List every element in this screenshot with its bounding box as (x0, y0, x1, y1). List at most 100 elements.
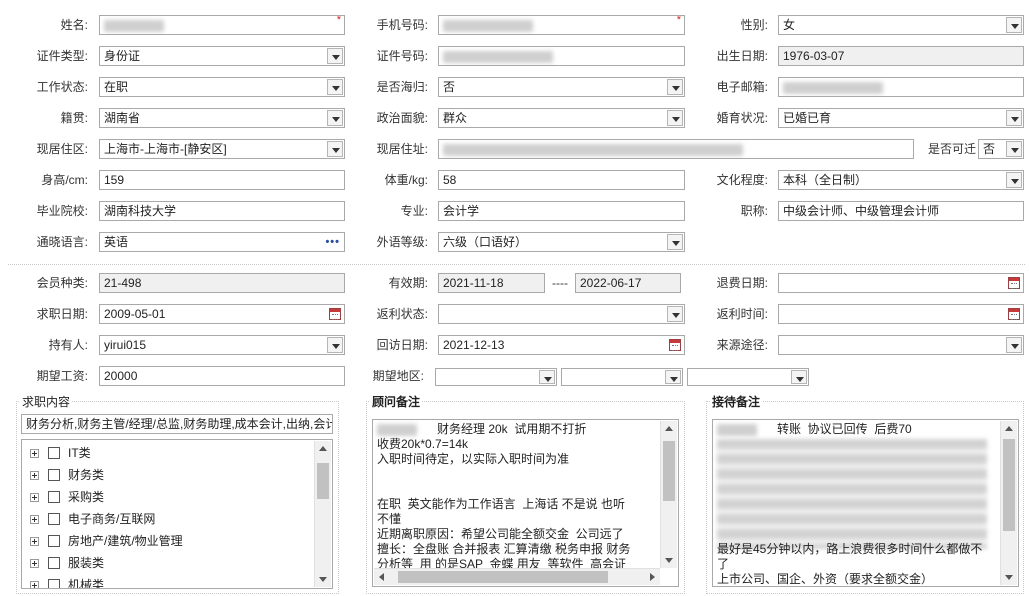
phone-field[interactable]: * (438, 15, 685, 35)
email-field[interactable] (778, 77, 1024, 97)
valid-from-value: 2021-11-18 (443, 276, 504, 290)
holder-select[interactable]: yirui015 (99, 335, 345, 355)
reception-notes-textarea[interactable]: 转账 协议已回传 后费70 最好是45分钟以内，路上浪费很多时间什么都做不 了 … (712, 419, 1019, 587)
chevron-down-icon[interactable] (667, 306, 683, 322)
chevron-down-icon[interactable] (1006, 141, 1022, 157)
job-summary-field[interactable]: 财务分析,财务主管/经理/总监,财务助理,成本会计,出纳,会计 (21, 414, 333, 434)
chevron-down-icon[interactable] (327, 337, 343, 353)
notes-vscrollbar[interactable] (660, 421, 677, 568)
plus-square-icon[interactable] (30, 559, 39, 568)
political-select[interactable]: 群众 (438, 108, 685, 128)
title-value: 中级会计师、中级管理会计师 (783, 204, 940, 218)
calendar-icon[interactable] (669, 339, 681, 351)
scroll-thumb[interactable] (398, 571, 608, 583)
scroll-right-icon[interactable] (650, 573, 655, 581)
job-category-tree[interactable]: IT类 财务类 采购类 电子商务/互联网 房地产/建筑/物业管理 服装类 机械类 (21, 439, 333, 589)
note-line: 不懂 (377, 512, 402, 526)
scroll-down-icon[interactable] (1005, 575, 1013, 580)
region-province-select[interactable] (435, 368, 557, 386)
chevron-down-icon[interactable] (1006, 17, 1022, 33)
checkbox-icon[interactable] (48, 513, 60, 525)
tree-scrollbar[interactable] (314, 441, 331, 587)
plus-square-icon[interactable] (30, 449, 39, 458)
checkbox-icon[interactable] (48, 447, 60, 459)
scroll-thumb[interactable] (663, 441, 675, 501)
rebate-status-select[interactable] (438, 304, 685, 324)
scroll-left-icon[interactable] (379, 573, 384, 581)
salary-field[interactable]: 20000 (99, 366, 345, 386)
job-date-field[interactable]: 2009-05-01 (99, 304, 345, 324)
phone-label: 手机号码: (376, 18, 428, 32)
reception-notes-title: 接待备注 (710, 395, 763, 409)
ellipsis-icon[interactable]: ••• (325, 233, 340, 251)
checkbox-icon[interactable] (48, 469, 60, 481)
gender-select[interactable]: 女 (778, 15, 1024, 35)
consultant-notes-textarea[interactable]: 财务经理 20k 试用期不打折 收费20k*0.7=14k 入职时间待定，以实际… (372, 419, 679, 587)
education-select[interactable]: 本科（全日制） (778, 170, 1024, 190)
scroll-down-icon[interactable] (665, 558, 673, 563)
plus-square-icon[interactable] (30, 471, 39, 480)
rebate-time-field[interactable] (778, 304, 1024, 324)
scroll-up-icon[interactable] (1005, 426, 1013, 431)
chevron-down-icon[interactable] (1006, 337, 1022, 353)
chevron-down-icon[interactable] (327, 110, 343, 126)
scroll-down-icon[interactable] (319, 577, 327, 582)
chevron-down-icon[interactable] (539, 370, 555, 384)
major-field[interactable]: 会计学 (438, 201, 685, 221)
scroll-thumb[interactable] (1003, 439, 1015, 531)
revisit-date-value: 2021-12-13 (443, 338, 505, 352)
residence-addr-field[interactable] (438, 139, 914, 159)
relocate-select[interactable]: 否 (978, 139, 1024, 159)
scroll-thumb[interactable] (317, 463, 329, 499)
title-field[interactable]: 中级会计师、中级管理会计师 (778, 201, 1024, 221)
calendar-icon[interactable] (1008, 308, 1020, 320)
region-city-select[interactable] (561, 368, 683, 386)
checkbox-icon[interactable] (48, 579, 60, 588)
checkbox-icon[interactable] (48, 535, 60, 547)
revisit-date-field[interactable]: 2021-12-13 (438, 335, 685, 355)
weight-field[interactable]: 58 (438, 170, 685, 190)
calendar-icon[interactable] (329, 308, 341, 320)
scroll-up-icon[interactable] (319, 446, 327, 451)
chevron-down-icon[interactable] (667, 79, 683, 95)
chevron-down-icon[interactable] (665, 370, 681, 384)
plus-square-icon[interactable] (30, 493, 39, 502)
gender-label: 性别: (740, 18, 768, 32)
notes-vscrollbar[interactable] (1000, 421, 1017, 585)
chevron-down-icon[interactable] (327, 79, 343, 95)
height-field[interactable]: 159 (99, 170, 345, 190)
chevron-down-icon[interactable] (327, 48, 343, 64)
height-value: 159 (104, 173, 125, 187)
marital-select[interactable]: 已婚已育 (778, 108, 1024, 128)
title-label: 职称: (740, 204, 768, 218)
foreign-level-select[interactable]: 六级（口语好） (438, 232, 685, 252)
calendar-icon[interactable] (1008, 277, 1020, 289)
school-field[interactable]: 湖南科技大学 (99, 201, 345, 221)
region-district-select[interactable] (687, 368, 809, 386)
id-no-field[interactable] (438, 46, 685, 66)
plus-square-icon[interactable] (30, 581, 39, 588)
residence-area-select[interactable]: 上海市-上海市-[静安区] (99, 139, 345, 159)
native-select[interactable]: 湖南省 (99, 108, 345, 128)
work-status-select[interactable]: 在职 (99, 77, 345, 97)
chevron-down-icon[interactable] (667, 234, 683, 250)
source-select[interactable] (778, 335, 1024, 355)
chevron-down-icon[interactable] (1006, 110, 1022, 126)
chevron-down-icon[interactable] (327, 141, 343, 157)
notes-hscrollbar[interactable] (374, 568, 660, 585)
language-field[interactable]: 英语 ••• (99, 232, 345, 252)
plus-square-icon[interactable] (30, 515, 39, 524)
marital-value: 已婚已育 (783, 111, 832, 125)
refund-date-field[interactable] (778, 273, 1024, 293)
overseas-select[interactable]: 否 (438, 77, 685, 97)
chevron-down-icon[interactable] (667, 110, 683, 126)
checkbox-icon[interactable] (48, 491, 60, 503)
id-type-select[interactable]: 身份证 (99, 46, 345, 66)
chevron-down-icon[interactable] (1006, 172, 1022, 188)
name-field[interactable]: * (99, 15, 345, 35)
plus-square-icon[interactable] (30, 537, 39, 546)
holder-value: yirui015 (104, 338, 147, 352)
chevron-down-icon[interactable] (791, 370, 807, 384)
scroll-up-icon[interactable] (665, 426, 673, 431)
checkbox-icon[interactable] (48, 557, 60, 569)
